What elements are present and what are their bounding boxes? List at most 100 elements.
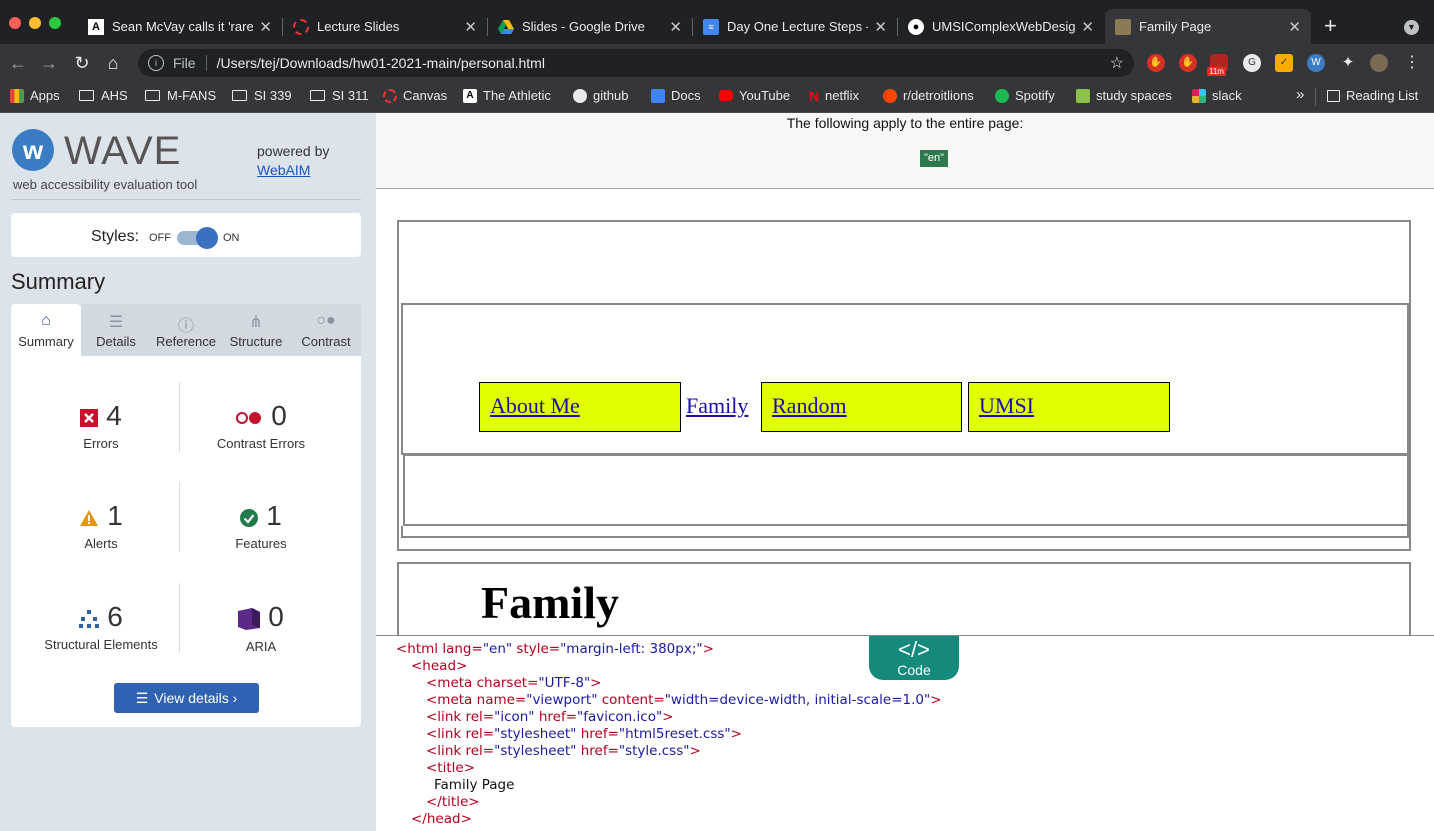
close-tab-icon[interactable]: ✕ bbox=[464, 18, 477, 36]
nav-link-about-me[interactable]: About Me bbox=[479, 382, 681, 432]
bookmark-folder[interactable]: AHS bbox=[79, 88, 128, 103]
docs-icon: ≡ bbox=[703, 18, 719, 35]
contrast-error-icon bbox=[235, 411, 263, 430]
athletic-icon: A bbox=[463, 88, 477, 103]
page-icon bbox=[1115, 18, 1131, 35]
contrast-errors-stat[interactable]: 0 Contrast Errors bbox=[181, 400, 341, 451]
adblock-icon[interactable]: ✋ bbox=[1147, 54, 1165, 72]
menu-dots-icon[interactable]: ⋮ bbox=[1403, 54, 1421, 72]
styles-off-label: OFF bbox=[149, 232, 171, 244]
wave-logo-icon: w bbox=[12, 129, 54, 171]
browser-tab[interactable]: ≡ Day One Lecture Steps - ✕ bbox=[693, 9, 897, 44]
browser-tab[interactable]: Slides - Google Drive ✕ bbox=[488, 9, 692, 44]
tab-strip: A Sean McVay calls it 'rare ✕ Lecture Sl… bbox=[0, 0, 1434, 44]
github-icon: ● bbox=[908, 18, 924, 35]
browser-tab[interactable]: A Sean McVay calls it 'rare ✕ bbox=[78, 9, 282, 44]
code-toggle-button[interactable]: </> Code bbox=[869, 636, 959, 680]
bookmark-netflix[interactable]: Nnetflix bbox=[809, 88, 859, 103]
canvas-icon bbox=[383, 88, 397, 103]
tab-contrast[interactable]: ○● Contrast bbox=[291, 304, 361, 356]
address-bar[interactable]: i File /Users/tej/Downloads/hw01-2021-ma… bbox=[138, 49, 1134, 77]
styles-toggle-knob[interactable] bbox=[196, 227, 218, 249]
reload-icon[interactable]: ↻ bbox=[71, 52, 93, 74]
bookmark-study-spaces[interactable]: study spaces bbox=[1076, 88, 1172, 103]
bookmark-folder[interactable]: SI 339 bbox=[232, 88, 292, 103]
nav-link-umsi[interactable]: UMSI bbox=[968, 382, 1170, 432]
close-tab-icon[interactable]: ✕ bbox=[259, 18, 272, 36]
grammarly-icon[interactable]: G bbox=[1243, 54, 1261, 72]
code-icon: </> bbox=[898, 637, 930, 662]
info-icon[interactable]: i bbox=[148, 55, 164, 71]
more-bookmarks-button[interactable]: » bbox=[1296, 86, 1304, 103]
drive-icon bbox=[498, 19, 514, 35]
bookmark-spotify[interactable]: Spotify bbox=[995, 88, 1055, 103]
alerts-stat[interactable]: 1 Alerts bbox=[21, 500, 181, 551]
reading-list-button[interactable]: Reading List bbox=[1327, 88, 1418, 103]
wave-tabs: ⌂ Summary ☰ Details ⓘ Reference ⋔ Structure … bbox=[11, 304, 361, 356]
new-tab-button[interactable]: + bbox=[1324, 14, 1337, 38]
error-icon bbox=[80, 409, 99, 432]
summary-heading: Summary bbox=[11, 269, 106, 294]
apps-grid-icon bbox=[10, 88, 24, 103]
view-details-button[interactable]: ☰ View details › bbox=[114, 683, 259, 713]
profile-avatar[interactable] bbox=[1370, 54, 1388, 72]
errors-stat[interactable]: 4 Errors bbox=[21, 400, 181, 451]
content-region-footer bbox=[401, 526, 1409, 538]
tab-reference[interactable]: ⓘ Reference bbox=[151, 304, 221, 356]
close-tab-icon[interactable]: ✕ bbox=[874, 18, 887, 36]
feature-check-icon bbox=[240, 509, 259, 532]
wave-tagline: web accessibility evaluation tool bbox=[13, 177, 198, 192]
url-text[interactable]: /Users/tej/Downloads/hw01-2021-main/pers… bbox=[217, 55, 545, 71]
bookmark-athletic[interactable]: A The Athletic bbox=[463, 88, 551, 103]
bookmark-github[interactable]: github bbox=[573, 88, 628, 103]
bookmark-youtube[interactable]: YouTube bbox=[719, 88, 790, 103]
webaim-link[interactable]: WebAIM bbox=[257, 162, 310, 178]
browser-tab-active[interactable]: Family Page ✕ bbox=[1105, 9, 1311, 44]
bookmark-apps[interactable]: Apps bbox=[10, 88, 60, 103]
close-window-button[interactable] bbox=[9, 17, 21, 29]
structural-elements-stat[interactable]: 6 Structural Elements bbox=[21, 601, 181, 652]
nav-link-family[interactable]: Family bbox=[686, 393, 748, 419]
content-region bbox=[403, 454, 1409, 526]
tab-details[interactable]: ☰ Details bbox=[81, 304, 151, 356]
bookmark-star-icon[interactable]: ☆ bbox=[1110, 53, 1124, 73]
bookmark-folder[interactable]: SI 311 bbox=[310, 88, 369, 103]
styles-on-label: ON bbox=[223, 232, 240, 244]
honey-icon[interactable]: ✓ bbox=[1275, 54, 1293, 72]
bookmark-slack[interactable]: slack bbox=[1192, 88, 1242, 103]
minimize-window-button[interactable] bbox=[29, 17, 41, 29]
back-icon[interactable]: ← bbox=[7, 52, 29, 74]
features-stat[interactable]: 1 Features bbox=[181, 500, 341, 551]
home-icon[interactable]: ⌂ bbox=[102, 52, 124, 74]
page-level-info: The following apply to the entire page: … bbox=[376, 113, 1434, 189]
bookmark-canvas[interactable]: Canvas bbox=[383, 88, 447, 103]
zoom-window-button[interactable] bbox=[49, 17, 61, 29]
bookmark-docs[interactable]: Docs bbox=[651, 88, 701, 103]
wave-extension-icon[interactable]: W bbox=[1307, 54, 1325, 72]
bookmark-folder[interactable]: M-FANS bbox=[145, 88, 216, 103]
forward-icon[interactable]: → bbox=[38, 52, 60, 74]
athletic-icon: A bbox=[88, 18, 104, 35]
close-tab-icon[interactable]: ✕ bbox=[1288, 18, 1301, 36]
code-line: <title> bbox=[426, 760, 476, 776]
tab-structure[interactable]: ⋔ Structure bbox=[221, 304, 291, 356]
bookmark-reddit[interactable]: r/detroitlions bbox=[883, 88, 974, 103]
language-badge[interactable]: "en" bbox=[920, 150, 948, 167]
summary-panel: 4 Errors 0 Contrast Errors 1 Alerts 1 Fe… bbox=[11, 356, 361, 727]
folder-icon bbox=[145, 90, 160, 101]
styles-toggle-box: Styles: OFF ON bbox=[11, 213, 361, 257]
aria-icon bbox=[238, 608, 261, 635]
tab-summary[interactable]: ⌂ Summary bbox=[11, 304, 81, 356]
browser-tab[interactable]: ● UMSIComplexWebDesign ✕ bbox=[898, 9, 1104, 44]
tab-search-icon[interactable]: ▼ bbox=[1404, 20, 1419, 35]
close-tab-icon[interactable]: ✕ bbox=[1081, 18, 1094, 36]
browser-tab[interactable]: Lecture Slides ✕ bbox=[283, 9, 487, 44]
apply-text: The following apply to the entire page: bbox=[786, 115, 1024, 131]
nav-link-random[interactable]: Random bbox=[761, 382, 962, 432]
extensions-puzzle-icon[interactable]: ✦ bbox=[1339, 54, 1357, 72]
wave-name: WAVE bbox=[64, 129, 182, 173]
aria-stat[interactable]: 0 ARIA bbox=[181, 601, 341, 654]
close-tab-icon[interactable]: ✕ bbox=[669, 18, 682, 36]
alert-icon bbox=[79, 509, 99, 532]
ublock-icon[interactable]: ✋ bbox=[1179, 54, 1197, 72]
